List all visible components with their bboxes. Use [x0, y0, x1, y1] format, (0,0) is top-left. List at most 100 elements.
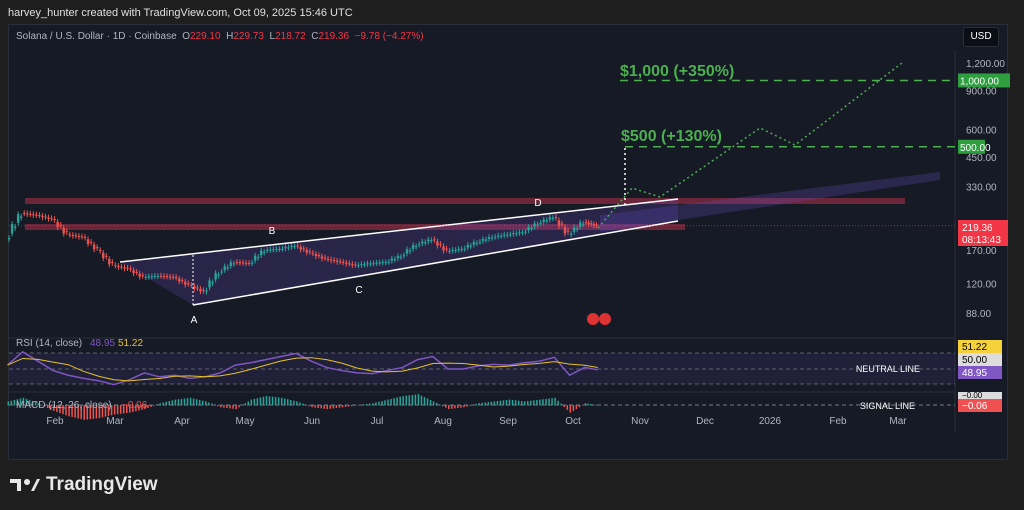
- macd-bar: [469, 405, 471, 406]
- point-label-D: D: [534, 198, 541, 209]
- candle: [551, 217, 555, 219]
- macd-bar: [393, 398, 395, 406]
- time-tick: Nov: [631, 416, 649, 427]
- candle: [162, 275, 166, 277]
- candle: [135, 271, 138, 273]
- time-tick: Apr: [174, 416, 190, 427]
- candle: [77, 235, 81, 237]
- candle: [38, 215, 41, 217]
- rsi-value: 48.95: [90, 338, 115, 349]
- candle: [463, 248, 466, 250]
- candle: [421, 241, 424, 244]
- macd-bar: [545, 398, 547, 406]
- candle: [223, 266, 226, 270]
- macd-title: MACD (12, 26, close): [16, 400, 112, 411]
- candle: [560, 223, 564, 225]
- macd-bar: [244, 403, 246, 406]
- macd-bar: [396, 397, 398, 406]
- rsi-level-axis-label: 50.00: [962, 355, 987, 366]
- candle: [457, 248, 460, 250]
- candle: [445, 248, 448, 250]
- candle: [144, 277, 147, 279]
- price-chart[interactable]: A B C D $500 (+130%) $1,000 (+350%) 1,200.00 90…: [0, 0, 1024, 470]
- rsi-ma-axis-label: 51.22: [962, 342, 987, 353]
- candle: [360, 264, 363, 266]
- countdown-label: 08:13:43: [962, 235, 1001, 246]
- price-tick: 330.00: [966, 183, 997, 194]
- candle: [80, 236, 84, 238]
- candle: [345, 262, 348, 264]
- candle: [20, 216, 23, 218]
- candle: [278, 249, 281, 251]
- candle: [196, 287, 199, 289]
- candle: [515, 233, 518, 235]
- candle: [590, 223, 593, 225]
- macd-bar: [572, 405, 575, 411]
- macd-bar: [335, 405, 338, 409]
- candle: [402, 255, 406, 257]
- macd-bar: [274, 397, 277, 406]
- macd-bar: [195, 399, 198, 406]
- candle: [266, 249, 269, 251]
- time-tick: Aug: [434, 416, 452, 427]
- candle: [326, 258, 330, 260]
- macd-bar: [265, 396, 268, 406]
- candle: [329, 259, 333, 261]
- candle: [193, 286, 196, 289]
- macd-bar: [277, 397, 280, 406]
- candle: [411, 245, 415, 249]
- candle: [308, 251, 312, 253]
- macd-bar: [308, 405, 310, 407]
- macd-bar: [405, 395, 408, 406]
- candle: [393, 259, 397, 261]
- current-price-label: 219.36: [962, 223, 993, 234]
- candle: [190, 284, 193, 286]
- candle: [451, 249, 454, 251]
- candle: [138, 273, 141, 277]
- time-tick: Mar: [106, 416, 124, 427]
- macd-bar: [323, 405, 325, 409]
- time-tick: Sep: [499, 416, 517, 427]
- macd-bar: [13, 399, 16, 406]
- candle: [181, 280, 184, 282]
- candle: [375, 262, 378, 264]
- candle: [235, 261, 239, 263]
- price-tick: 450.00: [966, 153, 997, 164]
- candle: [554, 216, 558, 218]
- candle: [32, 214, 35, 216]
- candle: [396, 256, 400, 259]
- brand-name: TradingView: [46, 474, 158, 495]
- candle: [229, 262, 233, 266]
- candle: [572, 227, 576, 232]
- macd-bar: [113, 405, 116, 415]
- target-price-label: 1,000.00: [960, 76, 999, 87]
- macd-bar: [329, 405, 332, 409]
- candle: [247, 262, 251, 264]
- candle: [153, 275, 157, 277]
- candle: [120, 266, 123, 268]
- macd-bar: [238, 405, 240, 408]
- candle: [147, 276, 150, 278]
- candle: [68, 234, 72, 236]
- candle: [47, 217, 50, 219]
- point-label-C: C: [355, 285, 362, 296]
- macd-bar: [293, 400, 295, 406]
- macd-bar: [229, 405, 231, 409]
- candle: [566, 230, 570, 232]
- candle: [584, 221, 588, 223]
- candle: [417, 244, 421, 246]
- candle: [296, 245, 299, 247]
- time-tick: Jul: [371, 416, 384, 427]
- macd-bar: [287, 399, 289, 406]
- candle: [290, 245, 293, 247]
- candle: [372, 263, 375, 265]
- candle: [71, 234, 75, 236]
- macd-bar: [496, 401, 499, 406]
- candle: [150, 276, 154, 278]
- candle: [98, 249, 102, 251]
- rsi-ma-value: 51.22: [118, 338, 143, 349]
- candle: [159, 275, 163, 277]
- time-tick: May: [236, 416, 255, 427]
- candle: [41, 215, 44, 218]
- macd-bar: [147, 405, 149, 409]
